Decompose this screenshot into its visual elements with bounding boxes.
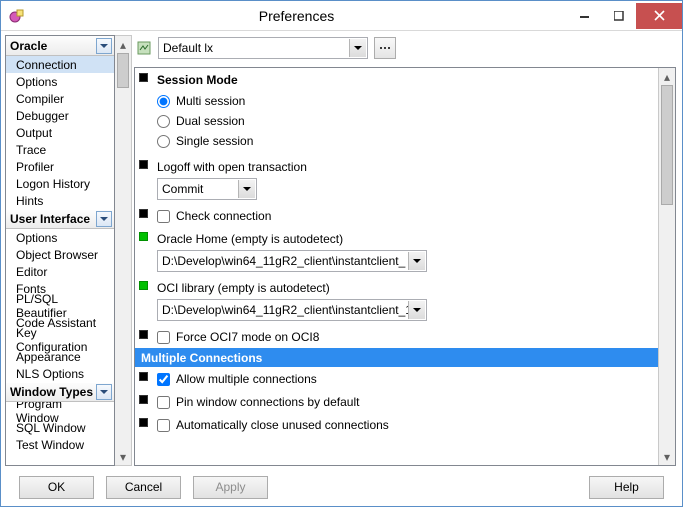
tree-item[interactable]: Options [6, 73, 114, 90]
marker-icon [139, 395, 148, 404]
scroll-thumb[interactable] [661, 85, 673, 205]
panel-scrollbar[interactable]: ▴ ▾ [658, 68, 675, 465]
scroll-thumb[interactable] [117, 53, 129, 88]
radio-multi-session[interactable]: Multi session [157, 91, 652, 111]
marker-icon [139, 281, 148, 290]
tree-item[interactable]: Appearance [6, 348, 114, 365]
tree-item[interactable]: Trace [6, 141, 114, 158]
check-connection-checkbox[interactable] [157, 210, 170, 223]
multiple-connections-header: Multiple Connections [135, 348, 658, 367]
scroll-up-icon[interactable]: ▴ [115, 36, 131, 53]
marker-icon [139, 160, 148, 169]
oracle-home-select[interactable]: D:\Develop\win64_11gR2_client\instantcli… [157, 250, 427, 272]
tree-item[interactable]: SQL Window [6, 419, 114, 436]
scroll-up-icon[interactable]: ▴ [659, 68, 675, 85]
tree-item[interactable]: Key Configuration [6, 331, 114, 348]
profile-icon [136, 40, 152, 56]
force-oci7-label: Force OCI7 mode on OCI8 [176, 330, 319, 344]
oci-library-select[interactable]: D:\Develop\win64_11gR2_client\instantcli… [157, 299, 427, 321]
chevron-down-icon[interactable] [96, 211, 112, 227]
window-title: Preferences [25, 8, 568, 24]
tree-item[interactable]: Profiler [6, 158, 114, 175]
auto-close-label: Automatically close unused connections [176, 418, 389, 432]
check-connection-label: Check connection [176, 209, 271, 223]
marker-icon [139, 330, 148, 339]
profile-options-button[interactable] [374, 37, 396, 59]
ok-button[interactable]: OK [19, 476, 94, 499]
pin-window-label: Pin window connections by default [176, 395, 359, 409]
tree-item[interactable]: NLS Options [6, 365, 114, 382]
tree-item[interactable]: Editor [6, 263, 114, 280]
settings-panel: Session Mode Multi session Dual session … [135, 68, 658, 465]
scroll-down-icon[interactable]: ▾ [659, 448, 675, 465]
session-mode-label: Session Mode [157, 73, 652, 87]
radio-dual-session[interactable]: Dual session [157, 111, 652, 131]
tree-item[interactable]: Options [6, 229, 114, 246]
radio-single-session[interactable]: Single session [157, 131, 652, 151]
app-icon [9, 8, 25, 24]
tree-item[interactable]: Test Window [6, 436, 114, 453]
close-button[interactable] [636, 3, 682, 29]
tree-item[interactable]: Compiler [6, 90, 114, 107]
tree-item[interactable]: Program Window [6, 402, 114, 419]
minimize-button[interactable] [568, 3, 602, 29]
allow-multiple-label: Allow multiple connections [176, 372, 317, 386]
force-oci7-checkbox[interactable] [157, 331, 170, 344]
tree-item[interactable]: Object Browser [6, 246, 114, 263]
tree-item[interactable]: Hints [6, 192, 114, 209]
dialog-footer: OK Cancel Apply Help [1, 468, 682, 506]
profile-bar: Default lx [134, 35, 676, 61]
auto-close-checkbox[interactable] [157, 419, 170, 432]
logoff-label: Logoff with open transaction [157, 160, 652, 174]
help-button[interactable]: Help [589, 476, 664, 499]
marker-icon [139, 372, 148, 381]
tree-item[interactable]: Output [6, 124, 114, 141]
chevron-down-icon[interactable] [408, 252, 425, 270]
chevron-down-icon[interactable] [408, 301, 425, 319]
cancel-button[interactable]: Cancel [106, 476, 181, 499]
tree-item[interactable]: PL/SQL Beautifier [6, 297, 114, 314]
oci-library-label: OCI library (empty is autodetect) [157, 281, 652, 295]
category-tree[interactable]: OracleConnectionOptionsCompilerDebuggerO… [5, 35, 115, 466]
marker-icon [139, 418, 148, 427]
chevron-down-icon[interactable] [96, 384, 112, 400]
pin-window-checkbox[interactable] [157, 396, 170, 409]
chevron-down-icon[interactable] [238, 180, 255, 198]
tree-item[interactable]: Connection [6, 56, 114, 73]
tree-section-header[interactable]: Window Types [6, 382, 114, 402]
tree-item[interactable]: Debugger [6, 107, 114, 124]
allow-multiple-checkbox[interactable] [157, 373, 170, 386]
tree-item[interactable]: Logon History [6, 175, 114, 192]
marker-icon [139, 73, 148, 82]
tree-section-header[interactable]: User Interface [6, 209, 114, 229]
logoff-select[interactable]: Commit [157, 178, 257, 200]
title-bar: Preferences [1, 1, 682, 31]
profile-select-value: Default lx [163, 41, 213, 55]
oracle-home-label: Oracle Home (empty is autodetect) [157, 232, 652, 246]
tree-section-header[interactable]: Oracle [6, 36, 114, 56]
chevron-down-icon[interactable] [349, 39, 366, 57]
marker-icon [139, 209, 148, 218]
chevron-down-icon[interactable] [96, 38, 112, 54]
scroll-down-icon[interactable]: ▾ [115, 448, 131, 465]
profile-select[interactable]: Default lx [158, 37, 368, 59]
tree-scrollbar[interactable]: ▴ ▾ [115, 35, 132, 466]
maximize-button[interactable] [602, 3, 636, 29]
apply-button[interactable]: Apply [193, 476, 268, 499]
marker-icon [139, 232, 148, 241]
